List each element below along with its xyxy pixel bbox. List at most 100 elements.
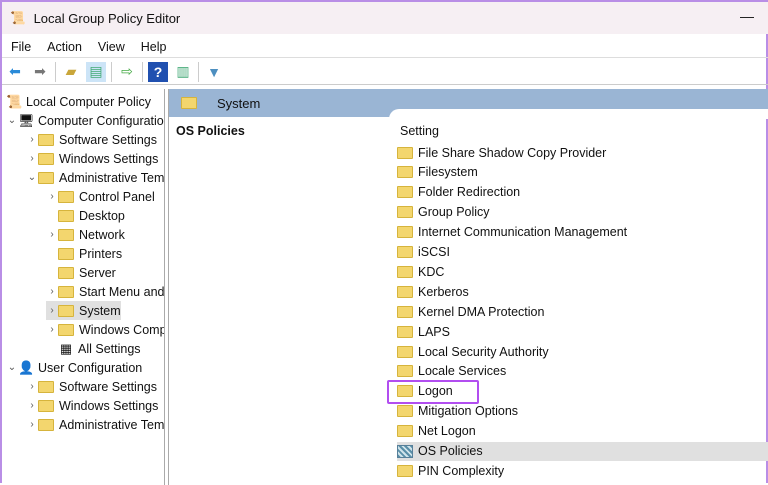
folder-icon: [397, 246, 413, 258]
chevron-right-icon[interactable]: ›: [46, 305, 58, 316]
setting-label: KDC: [418, 264, 445, 279]
folder-icon: [397, 206, 413, 219]
header-title: System: [217, 95, 261, 111]
column-header-setting[interactable]: Setting: [400, 124, 439, 138]
folder-icon: [397, 226, 413, 239]
tree-item-label: Control Panel: [79, 189, 155, 204]
tree-item[interactable]: ▦ All Settings: [46, 339, 141, 358]
folder-icon: [397, 186, 413, 199]
chevron-right-icon[interactable]: ›: [46, 229, 58, 240]
tree-item[interactable]: › Software Settings: [26, 377, 157, 396]
tree-item-label: Local Computer Policy: [26, 94, 152, 109]
chevron-right-icon[interactable]: ›: [26, 381, 38, 392]
tree-item[interactable]: ⌄ Administrative Templates: [26, 168, 165, 187]
tree-item[interactable]: 📜 Local Computer Policy: [6, 92, 151, 111]
tree-item[interactable]: › Start Menu and Taskbar: [46, 282, 165, 301]
user-icon: 👤: [18, 359, 35, 375]
tree-item-label: Server: [79, 265, 116, 280]
folder-icon: [58, 228, 74, 241]
tree-item[interactable]: › Software Settings: [26, 130, 157, 149]
tree-pane: 📜 Local Computer Policy ⌄ 🖥 Computer Configu…: [2, 89, 165, 485]
folder-icon: [38, 152, 54, 165]
tree-item[interactable]: Server: [46, 263, 116, 282]
setting-row[interactable]: Group Policy: [397, 203, 768, 222]
tree-item[interactable]: › Windows Settings: [26, 149, 158, 168]
setting-label: Group Policy: [418, 205, 490, 220]
folder-icon: [397, 464, 413, 477]
export-icon[interactable]: ⇨: [117, 62, 137, 82]
setting-row[interactable]: OS Policies: [397, 441, 768, 461]
highlight-box: [387, 380, 479, 404]
setting-row[interactable]: Filesystem: [397, 163, 768, 182]
folder-icon: [38, 418, 54, 431]
chevron-right-icon[interactable]: ›: [46, 286, 58, 297]
menu-view[interactable]: View: [98, 40, 125, 54]
app-icon: 📜: [10, 10, 26, 25]
setting-row[interactable]: Internet Communication Management: [397, 223, 768, 242]
toolbar: ⬅ ➡ ▰ ▤ ⇨ ? ▥ ▼: [2, 59, 768, 85]
tree-item[interactable]: › Network: [46, 225, 125, 244]
setting-row[interactable]: Locale Services: [397, 362, 768, 381]
setting-label: OS Policies: [418, 444, 483, 458]
tree-item-label: Administrative Templates: [59, 170, 165, 185]
folder-icon: [58, 266, 74, 279]
setting-row[interactable]: iSCSI: [397, 243, 768, 262]
chevron-right-icon[interactable]: ›: [26, 419, 38, 430]
chevron-right-icon[interactable]: ›: [26, 153, 38, 164]
filter-icon[interactable]: ▼: [204, 62, 224, 82]
setting-row[interactable]: KDC: [397, 262, 768, 281]
setting-row[interactable]: Local Security Authority: [397, 342, 768, 361]
folder-icon: [397, 365, 413, 378]
menu-file[interactable]: File: [11, 40, 31, 54]
chevron-down-icon[interactable]: ⌄: [26, 172, 38, 183]
forward-icon[interactable]: ➡: [30, 62, 50, 82]
tree-item[interactable]: ⌄ 🖥 Computer Configuration: [6, 111, 164, 130]
setting-row[interactable]: Kernel DMA Protection: [397, 302, 768, 321]
folder-icon: [397, 325, 413, 338]
tree-item[interactable]: › System: [46, 301, 121, 320]
tree-item-label: Software Settings: [59, 132, 157, 147]
back-icon[interactable]: ⬅: [5, 62, 25, 82]
tree-item[interactable]: ⌄ 👤 User Configuration: [6, 358, 142, 377]
folder-icon: [38, 133, 54, 146]
tree-item[interactable]: › Administrative Templates: [26, 415, 165, 434]
folder-icon: [58, 323, 74, 336]
chevron-right-icon[interactable]: ›: [46, 191, 58, 202]
up-folder-icon[interactable]: ▰: [61, 62, 81, 82]
tree-item[interactable]: Desktop: [46, 206, 125, 225]
menu-action[interactable]: Action: [47, 40, 82, 54]
setting-row[interactable]: Mitigation Options: [397, 402, 768, 421]
chevron-right-icon[interactable]: ›: [26, 134, 38, 145]
show-hide-tree-icon[interactable]: ▤: [86, 61, 106, 82]
setting-row[interactable]: File Share Shadow Copy Provider: [397, 143, 768, 162]
setting-row[interactable]: LAPS: [397, 322, 768, 341]
tree-item-label: Administrative Templates: [59, 417, 165, 432]
tree-item[interactable]: › Windows Settings: [26, 396, 158, 415]
tree-item-label: Start Menu and Taskbar: [79, 284, 165, 299]
tree-item[interactable]: Printers: [46, 244, 122, 263]
setting-row[interactable]: Net Logon: [397, 422, 768, 441]
menu-help[interactable]: Help: [141, 40, 167, 54]
tree-item-label: Software Settings: [59, 379, 157, 394]
setting-label: Kernel DMA Protection: [418, 304, 545, 319]
chevron-right-icon[interactable]: ›: [26, 400, 38, 411]
action-pane-icon[interactable]: ▥: [173, 62, 193, 82]
tree-item[interactable]: › Control Panel: [46, 187, 155, 206]
setting-label: Locale Services: [418, 364, 507, 379]
tree-item[interactable]: › Windows Components: [46, 320, 164, 339]
chevron-down-icon[interactable]: ⌄: [6, 362, 18, 373]
setting-row[interactable]: PIN Complexity: [397, 461, 768, 480]
folder-icon: [181, 97, 197, 109]
setting-label: PIN Complexity: [418, 463, 505, 478]
chevron-down-icon[interactable]: ⌄: [6, 115, 18, 126]
minimize-button[interactable]: —: [740, 8, 754, 24]
details-header: System: [169, 89, 768, 119]
chevron-right-icon[interactable]: ›: [46, 324, 58, 335]
setting-row[interactable]: Folder Redirection: [397, 183, 768, 202]
details-pane: System OS Policies Setting File Share Sh…: [168, 89, 768, 485]
folder-icon: [397, 425, 413, 438]
setting-row[interactable]: Kerberos: [397, 282, 768, 301]
tree-item-label: Network: [79, 227, 125, 242]
help-icon[interactable]: ?: [148, 61, 168, 82]
tree-item-label: User Configuration: [38, 360, 143, 375]
